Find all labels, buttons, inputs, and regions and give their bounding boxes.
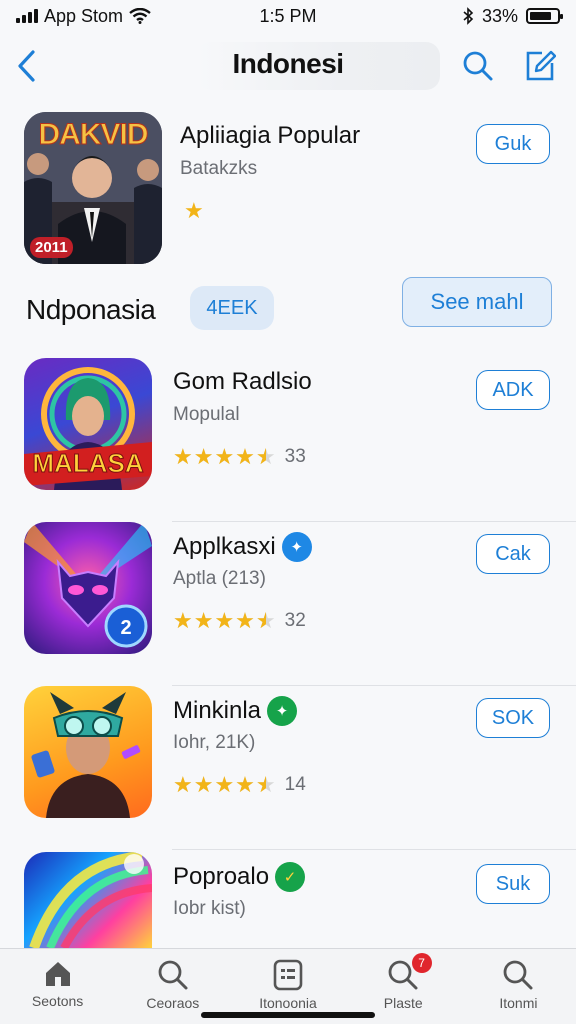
verified-icon: ✓ bbox=[275, 862, 306, 892]
rating-stars: ★★★★★★★★★★ bbox=[173, 772, 277, 797]
list-icon bbox=[273, 959, 303, 991]
rating-count: 14 bbox=[284, 774, 306, 795]
tab-label: Itonoonia bbox=[259, 995, 317, 1011]
featured-app-name: Apliiagia Popular bbox=[180, 122, 361, 149]
app-subtitle: Iobr kist) bbox=[173, 898, 246, 919]
status-left: App Stom bbox=[16, 6, 216, 27]
nav-bar: Indonesi bbox=[0, 36, 576, 96]
app-icon[interactable] bbox=[24, 852, 152, 948]
tab-label: Seotons bbox=[31, 993, 84, 1009]
notification-badge: 7 bbox=[411, 953, 432, 973]
get-button[interactable]: ADK bbox=[476, 370, 550, 410]
search-icon bbox=[504, 960, 533, 990]
list-item[interactable]: Minkinla ✦ Iohr, 21K) ★★★★★★★★★★ 14 SOK bbox=[0, 686, 576, 850]
home-indicator[interactable] bbox=[201, 1012, 375, 1018]
home-icon bbox=[45, 962, 70, 986]
app-name: Poproalo ✓ bbox=[173, 862, 306, 892]
get-button[interactable]: SOK bbox=[476, 698, 550, 738]
svg-text:2: 2 bbox=[120, 617, 131, 639]
app-name-text: Applkasxi bbox=[173, 533, 276, 560]
app-icon[interactable] bbox=[24, 686, 152, 818]
status-time: 1:5 PM bbox=[259, 5, 317, 26]
app-subtitle: Aptla (213) bbox=[173, 568, 266, 589]
featured-app[interactable]: DAKVID 2011 Apliiagia Popular Batakzks ★… bbox=[24, 112, 552, 264]
signal-icon bbox=[16, 9, 38, 23]
compose-icon bbox=[526, 50, 556, 81]
tab-label: Ceoraos bbox=[146, 995, 200, 1011]
rating-stars: ★★★★★★★★★★ bbox=[173, 608, 277, 633]
featured-get-button[interactable]: Guk bbox=[476, 124, 550, 164]
compose-button[interactable] bbox=[518, 44, 562, 88]
featured-art-title: DAKVID bbox=[38, 118, 149, 152]
battery-icon bbox=[526, 8, 563, 24]
rating-stars: ★★★★★★★★★★ bbox=[173, 444, 277, 469]
divider bbox=[172, 849, 576, 850]
tab-seotons[interactable]: Seotons bbox=[0, 949, 115, 1024]
section-title: Ndponasia bbox=[26, 294, 156, 325]
status-right: 33% bbox=[360, 5, 563, 27]
app-name-text: Poproalo bbox=[173, 863, 270, 890]
list-item[interactable]: MALASA Gom Radlsio Mopulal ★★★★★★★★★★ 33… bbox=[0, 358, 576, 522]
app-icon-art-title: MALASA bbox=[32, 448, 144, 479]
app-icon-art bbox=[31, 692, 141, 818]
section-header: Ndponasia 4EEK See mahl bbox=[0, 277, 576, 332]
featured-badge: 2011 bbox=[30, 237, 73, 258]
get-button[interactable]: Cak bbox=[476, 534, 550, 574]
rating-count: 33 bbox=[284, 446, 306, 467]
tab-label: Plaste bbox=[383, 995, 423, 1011]
verified-icon: ✦ bbox=[281, 532, 312, 562]
tab-itonmi[interactable]: Itonmi bbox=[461, 949, 576, 1024]
verified-icon: ✦ bbox=[267, 696, 298, 726]
app-subtitle: Iohr, 21K) bbox=[173, 732, 256, 753]
list-item[interactable]: 2 Applkasxi ✦ Aptla (213) ★★★★★★★★★★ 32 … bbox=[0, 522, 576, 686]
section-tag[interactable]: 4EEK bbox=[190, 286, 274, 330]
get-button[interactable]: Suk bbox=[476, 864, 550, 904]
app-name: Applkasxi ✦ bbox=[173, 532, 312, 562]
bluetooth-icon bbox=[463, 7, 474, 25]
app-rating: ★★★★★★★★★★ 14 bbox=[173, 772, 306, 798]
search-icon bbox=[463, 51, 493, 81]
app-name: Minkinla ✦ bbox=[173, 696, 298, 726]
rating-count: 32 bbox=[284, 610, 306, 631]
app-name-text: Gom Radlsio bbox=[173, 368, 312, 395]
app-name: Gom Radlsio bbox=[173, 368, 312, 396]
status-bar: App Stom 1:5 PM 33% bbox=[0, 0, 576, 32]
star-icon: ★ bbox=[184, 198, 204, 223]
app-icon-art bbox=[29, 852, 152, 948]
battery-percent: 33% bbox=[481, 5, 518, 26]
see-all-button[interactable]: See mahl bbox=[402, 277, 552, 327]
search-button[interactable] bbox=[456, 46, 500, 86]
featured-app-icon[interactable]: DAKVID 2011 bbox=[24, 112, 162, 264]
app-rating: ★★★★★★★★★★ 32 bbox=[173, 608, 306, 634]
tab-label: Itonmi bbox=[499, 995, 538, 1011]
app-subtitle: Mopulal bbox=[173, 404, 240, 425]
featured-app-subtitle: Batakzks bbox=[180, 158, 258, 179]
app-icon[interactable]: MALASA bbox=[24, 358, 152, 490]
wifi-icon bbox=[129, 8, 151, 24]
app-icon[interactable]: 2 bbox=[24, 522, 152, 654]
app-rating: ★★★★★★★★★★ 33 bbox=[173, 444, 306, 470]
app-name-text: Minkinla bbox=[173, 697, 262, 724]
carrier-name: App Stom bbox=[44, 5, 124, 26]
search-icon bbox=[158, 960, 188, 990]
app-icon-art: 2 bbox=[24, 522, 152, 648]
